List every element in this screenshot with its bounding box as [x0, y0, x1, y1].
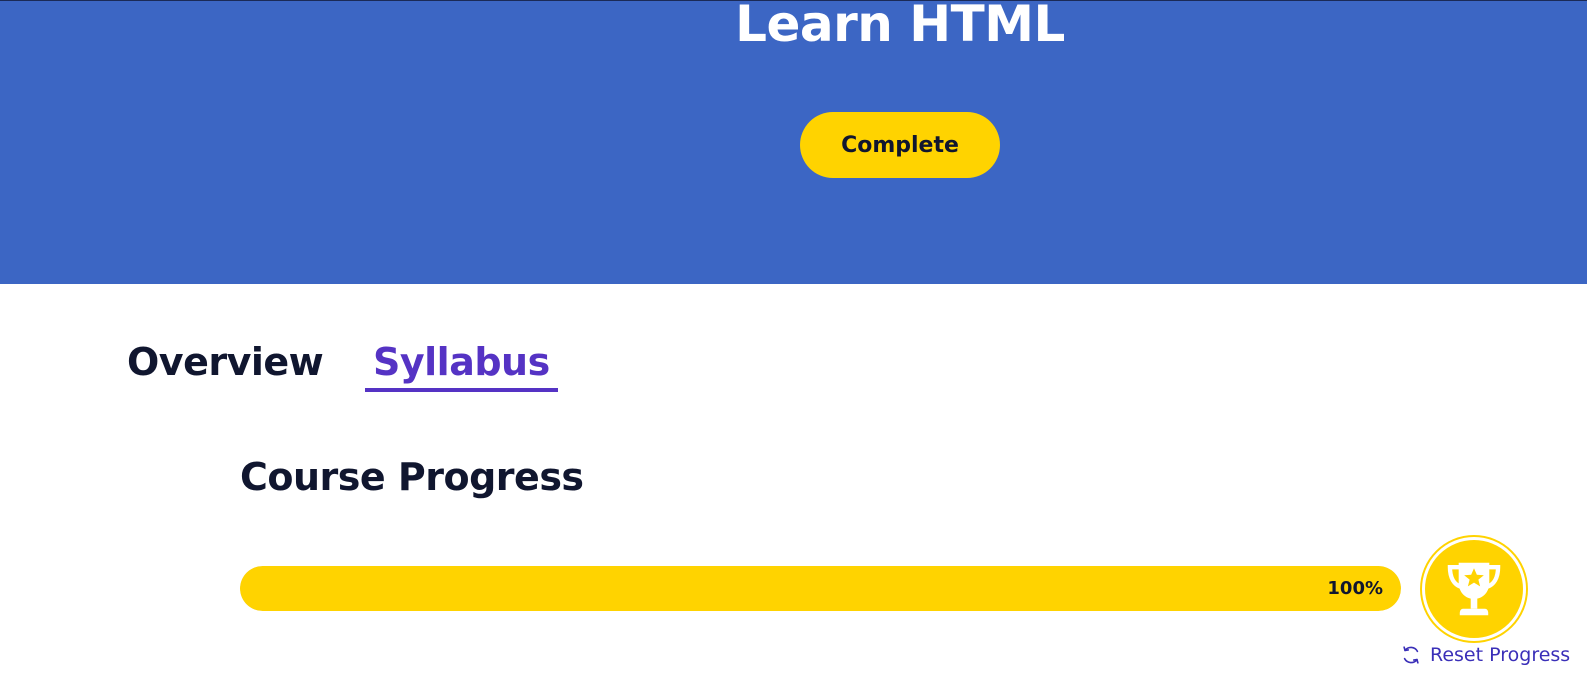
- trophy-badge: [1422, 537, 1526, 641]
- course-progress-bar: 100%: [240, 566, 1401, 611]
- course-progress-percent: 100%: [1327, 578, 1383, 599]
- course-progress-fill: [240, 566, 1401, 611]
- course-tabs: Overview Syllabus: [0, 330, 1587, 400]
- reset-progress-label: Reset Progress: [1430, 644, 1571, 666]
- course-title: Learn HTML: [735, 0, 1065, 53]
- course-progress-heading: Course Progress: [240, 455, 584, 499]
- course-hero-banner: Learn HTML Complete: [0, 0, 1587, 284]
- tab-syllabus[interactable]: Syllabus: [365, 338, 558, 392]
- trophy-icon: [1447, 562, 1501, 616]
- reset-progress-link[interactable]: Reset Progress: [1400, 642, 1570, 668]
- tab-overview[interactable]: Overview: [127, 338, 324, 386]
- refresh-icon: [1403, 646, 1419, 664]
- complete-button[interactable]: Complete: [800, 112, 1000, 178]
